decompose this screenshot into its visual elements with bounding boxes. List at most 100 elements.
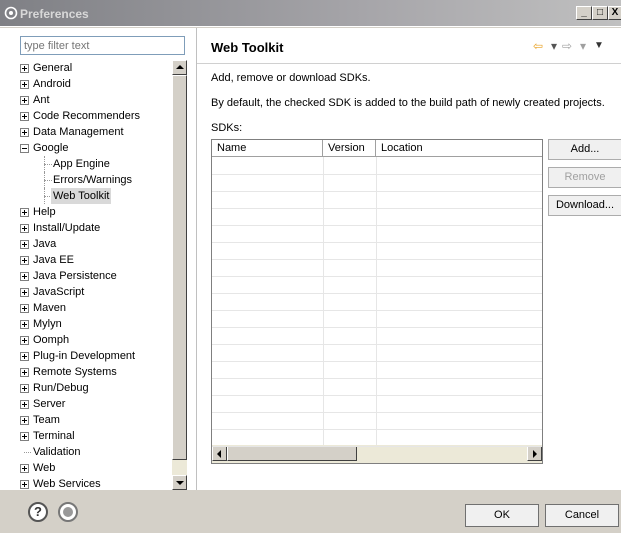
expand-icon[interactable]	[20, 128, 29, 137]
table-row-divider	[212, 310, 542, 311]
tree-connector	[44, 180, 52, 181]
tree-item[interactable]: JavaScript	[20, 284, 170, 300]
close-button[interactable]: X	[608, 6, 621, 20]
filter-input[interactable]	[20, 36, 185, 55]
expand-icon[interactable]	[20, 288, 29, 297]
left-arrow-icon	[217, 450, 221, 458]
expand-icon[interactable]	[20, 352, 29, 361]
ok-button[interactable]: OK	[465, 504, 539, 527]
expand-icon[interactable]	[20, 272, 29, 281]
remove-sdk-button[interactable]: Remove	[548, 167, 621, 188]
tree-item-label: Android	[33, 78, 71, 90]
column-header-version[interactable]: Version	[323, 140, 376, 157]
forward-arrow-icon[interactable]: ⇨	[562, 38, 572, 54]
help-icon[interactable]: ?	[28, 502, 48, 522]
scroll-right-button[interactable]	[527, 446, 542, 461]
tree-item[interactable]: General	[20, 60, 170, 76]
column-header-name[interactable]: Name	[212, 140, 323, 157]
down-arrow-icon	[176, 481, 184, 485]
back-arrow-icon[interactable]: ⇦	[533, 38, 543, 54]
tree-item[interactable]: Oomph	[20, 332, 170, 348]
table-row-divider	[212, 225, 542, 226]
column-header-location[interactable]: Location	[376, 140, 542, 157]
tree-item[interactable]: Java Persistence	[20, 268, 170, 284]
forward-menu-icon[interactable]: ▾	[580, 38, 586, 54]
scroll-down-button[interactable]	[172, 475, 187, 490]
expand-icon[interactable]	[20, 336, 29, 345]
tree-vertical-scrollbar[interactable]	[172, 60, 187, 490]
cancel-button[interactable]: Cancel	[545, 504, 619, 527]
table-row-divider	[212, 378, 542, 379]
tree-item[interactable]: Web	[20, 460, 170, 476]
collapse-icon[interactable]	[20, 144, 29, 153]
tree-item-label: Java EE	[33, 254, 74, 266]
tree-item[interactable]: Install/Update	[20, 220, 170, 236]
expand-icon[interactable]	[20, 80, 29, 89]
table-horizontal-scrollbar[interactable]	[212, 445, 542, 463]
tree-item[interactable]: Help	[20, 204, 170, 220]
tree-item[interactable]: Google	[20, 140, 170, 156]
tree-item[interactable]: Mylyn	[20, 316, 170, 332]
table-row-divider	[212, 344, 542, 345]
minimize-button[interactable]: _	[576, 6, 592, 20]
horizontal-scroll-thumb[interactable]	[227, 446, 357, 461]
tree-item-label: Ant	[33, 94, 50, 106]
maximize-button[interactable]: □	[592, 6, 608, 20]
expand-icon[interactable]	[20, 256, 29, 265]
tree-item[interactable]: Web Toolkit	[20, 188, 170, 204]
tree-item[interactable]: Plug-in Development	[20, 348, 170, 364]
tree-item[interactable]: Terminal	[20, 428, 170, 444]
tree-item[interactable]: Server	[20, 396, 170, 412]
table-row-divider	[212, 412, 542, 413]
view-menu-icon[interactable]: ▼	[594, 38, 604, 54]
tree-item[interactable]: Data Management	[20, 124, 170, 140]
tree-item[interactable]: Team	[20, 412, 170, 428]
tree-item[interactable]: App Engine	[20, 156, 170, 172]
expand-icon[interactable]	[20, 112, 29, 121]
table-row-divider	[212, 174, 542, 175]
sdk-table[interactable]: Name Version Location	[211, 139, 543, 464]
tree-item[interactable]: Java EE	[20, 252, 170, 268]
tree-item[interactable]: Validation	[20, 444, 170, 460]
tree-item[interactable]: Web Services	[20, 476, 170, 490]
tree-item-label: Install/Update	[33, 222, 101, 234]
table-row-divider	[212, 429, 542, 430]
tree-item[interactable]: Errors/Warnings	[20, 172, 170, 188]
tree-item-label: Server	[33, 398, 66, 410]
tree-item[interactable]: Maven	[20, 300, 170, 316]
window-title: Preferences	[20, 7, 89, 21]
expand-icon[interactable]	[20, 224, 29, 233]
expand-icon[interactable]	[20, 400, 29, 409]
expand-icon[interactable]	[20, 480, 29, 489]
back-menu-icon[interactable]: ▾	[551, 38, 557, 54]
tree-item-label: Google	[33, 142, 69, 154]
tree-item-label: Web Services	[33, 478, 101, 490]
expand-icon[interactable]	[20, 96, 29, 105]
tree-item[interactable]: Java	[20, 236, 170, 252]
expand-icon[interactable]	[20, 240, 29, 249]
expand-icon[interactable]	[20, 432, 29, 441]
expand-icon[interactable]	[20, 304, 29, 313]
download-sdk-button[interactable]: Download...	[548, 195, 621, 216]
expand-icon[interactable]	[20, 384, 29, 393]
scroll-thumb[interactable]	[172, 75, 187, 460]
tree-item[interactable]: Code Recommenders	[20, 108, 170, 124]
tree-item-label: Java Persistence	[33, 270, 117, 282]
expand-icon[interactable]	[20, 64, 29, 73]
tree-item[interactable]: Ant	[20, 92, 170, 108]
add-sdk-button[interactable]: Add...	[548, 139, 621, 160]
tree-item-label: Data Management	[33, 126, 124, 138]
tree-item[interactable]: Remote Systems	[20, 364, 170, 380]
expand-icon[interactable]	[20, 208, 29, 217]
tree-item[interactable]: Android	[20, 76, 170, 92]
link-preferences-icon[interactable]	[58, 502, 78, 522]
expand-icon[interactable]	[20, 368, 29, 377]
table-row-divider	[212, 361, 542, 362]
tree-item[interactable]: Run/Debug	[20, 380, 170, 396]
expand-icon[interactable]	[20, 320, 29, 329]
expand-icon[interactable]	[20, 416, 29, 425]
expand-icon[interactable]	[20, 464, 29, 473]
scroll-left-button[interactable]	[212, 446, 227, 461]
scroll-up-button[interactable]	[172, 60, 187, 75]
preferences-tree: General Android Ant Code Recommenders Data M…	[20, 60, 170, 490]
